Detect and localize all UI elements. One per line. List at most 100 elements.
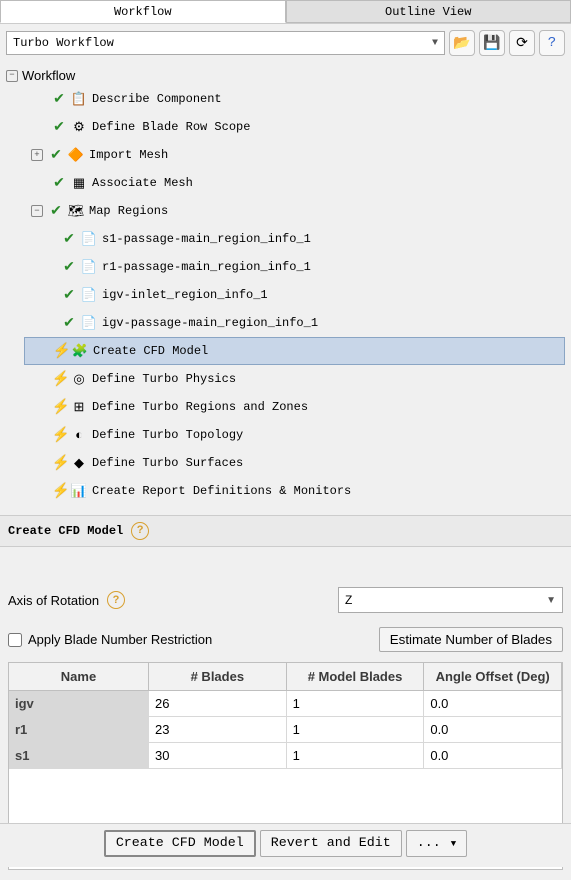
create-cfd-button[interactable]: Create CFD Model (104, 830, 256, 857)
workflow-tree: − Workflow ✔📋Describe Component✔⚙Define … (0, 62, 571, 515)
tree-item-s1-passage-main-region-info-1[interactable]: ✔📄s1-passage-main_region_info_1 (52, 225, 565, 253)
tree-item-describe-component[interactable]: ✔📋 Describe Component (24, 85, 565, 113)
tree-item-label: Define Turbo Physics (92, 372, 236, 386)
cell-blades[interactable]: 23 (149, 717, 287, 743)
workflow-dropdown-value: Turbo Workflow (13, 36, 114, 50)
apply-restriction-input[interactable] (8, 633, 22, 647)
save-button[interactable]: 💾 (479, 30, 505, 56)
check-icon: ✔ (62, 259, 76, 276)
tab-workflow[interactable]: Workflow (0, 0, 286, 23)
help-button[interactable]: ? (539, 30, 565, 56)
toggle-icon[interactable]: − (31, 205, 43, 217)
refresh-icon: ⟳ (516, 35, 528, 52)
tree-item-r1-passage-main-region-info-1[interactable]: ✔📄 r1-passage-main_region_info_1 (52, 253, 565, 281)
tree-item-blade-row-scope[interactable]: ✔⚙ Define Blade Row Scope (24, 113, 565, 141)
cell-model[interactable]: 1 (287, 743, 425, 769)
folder-open-icon: 📂 (453, 35, 470, 52)
tree-item-create-report[interactable]: ⚡📊 Create Report Definitions & Monitors (24, 477, 565, 505)
node-icon: 📊 (70, 482, 88, 500)
tree-item-label: Define Blade Row Scope (92, 120, 250, 134)
table-row[interactable]: igv2610.0 (9, 691, 562, 717)
table-row[interactable]: r12310.0 (9, 717, 562, 743)
axis-label: Axis of Rotation (8, 593, 99, 608)
check-icon: ✔ (49, 147, 63, 164)
help-icon: ? (548, 35, 556, 51)
tree-item-turbo-topology[interactable]: ⚡◐Define Turbo Topology (24, 421, 565, 449)
panel-header: Create CFD Model ? (0, 515, 571, 547)
axis-row: Axis of Rotation ? Z ▼ (8, 587, 563, 613)
chevron-down-icon: ▼ (546, 595, 556, 606)
lightning-icon: ⚡ (52, 483, 66, 500)
check-icon: ✔ (52, 119, 66, 136)
tree-item-turbo-physics[interactable]: ⚡◎Define Turbo Physics (24, 365, 565, 393)
node-icon: ⊞ (70, 398, 88, 416)
node-icon: 📄 (80, 314, 98, 332)
tree-item-label: Describe Component (92, 92, 222, 106)
revert-edit-button[interactable]: Revert and Edit (260, 830, 402, 857)
workflow-dropdown[interactable]: Turbo Workflow ▼ (6, 31, 445, 55)
apply-restriction-checkbox[interactable]: Apply Blade Number Restriction (8, 632, 212, 647)
node-icon: 📄 (80, 230, 98, 248)
tree-item-label: Import Mesh (89, 148, 168, 162)
col-model-blades: # Model Blades (287, 663, 425, 691)
cell-blades[interactable]: 30 (149, 743, 287, 769)
tree-item-label: Define Turbo Topology (92, 428, 243, 442)
table-row[interactable]: s13010.0 (9, 743, 562, 769)
tree-item-igv-passage-main-region-info-1[interactable]: ✔📄igv-passage-main_region_info_1 (52, 309, 565, 337)
table-header: Name # Blades # Model Blades Angle Offse… (9, 663, 562, 691)
toggle-icon[interactable]: + (31, 149, 43, 161)
node-icon: ◐ (70, 426, 88, 444)
cell-offset[interactable]: 0.0 (424, 743, 562, 769)
node-icon: ▦ (70, 174, 88, 192)
node-icon: 📋 (70, 90, 88, 108)
tree-item-import-mesh[interactable]: + ✔🔶 Import Mesh (24, 141, 565, 169)
tree-item-igv-inlet-region-info-1[interactable]: ✔📄igv-inlet_region_info_1 (52, 281, 565, 309)
save-disk-icon: 💾 (483, 35, 500, 52)
col-name: Name (9, 663, 149, 691)
col-blades: # Blades (149, 663, 287, 691)
tree-item-associate-mesh[interactable]: ✔▦Associate Mesh (24, 169, 565, 197)
refresh-button[interactable]: ⟳ (509, 30, 535, 56)
tree-item-label: Associate Mesh (92, 176, 193, 190)
cell-name: r1 (9, 717, 149, 743)
axis-select[interactable]: Z ▼ (338, 587, 563, 613)
toolbar: Turbo Workflow ▼ 📂 💾 ⟳ ? (0, 24, 571, 62)
node-icon: ⚙ (70, 118, 88, 136)
cell-model[interactable]: 1 (287, 717, 425, 743)
tree-item-create-cfd[interactable]: ⚡🧩Create CFD Model (24, 337, 565, 365)
cell-model[interactable]: 1 (287, 691, 425, 717)
tree-item-label: Define Turbo Surfaces (92, 456, 243, 470)
chevron-down-icon: ▼ (432, 38, 438, 49)
lightning-icon: ⚡ (52, 455, 66, 472)
col-angle-offset: Angle Offset (Deg) (424, 663, 562, 691)
tree-item-turbo-regions[interactable]: ⚡⊞ Define Turbo Regions and Zones (24, 393, 565, 421)
estimate-blades-button[interactable]: Estimate Number of Blades (379, 627, 563, 652)
tree-item-label: r1-passage-main_region_info_1 (102, 260, 311, 274)
node-icon: 🔶 (67, 146, 85, 164)
tab-outline-view[interactable]: Outline View (286, 0, 571, 23)
tree-item-label: Create CFD Model (93, 344, 208, 358)
check-icon: ✔ (62, 315, 76, 332)
tree-root[interactable]: − Workflow (6, 66, 565, 85)
lightning-icon: ⚡ (52, 399, 66, 416)
open-folder-button[interactable]: 📂 (449, 30, 475, 56)
cell-blades[interactable]: 26 (149, 691, 287, 717)
tree-item-label: Define Turbo Regions and Zones (92, 400, 308, 414)
tree-item-label: Create Report Definitions & Monitors (92, 484, 351, 498)
more-button[interactable]: ... ▼ (406, 830, 467, 857)
axis-help-icon[interactable]: ? (107, 591, 125, 609)
check-icon: ✔ (62, 231, 76, 248)
collapse-icon[interactable]: − (6, 70, 18, 82)
panel-help-icon[interactable]: ? (131, 522, 149, 540)
cell-offset[interactable]: 0.0 (424, 717, 562, 743)
node-icon: 📄 (80, 258, 98, 276)
check-icon: ✔ (49, 203, 63, 220)
cell-offset[interactable]: 0.0 (424, 691, 562, 717)
node-icon: 🧩 (71, 342, 89, 360)
check-icon: ✔ (52, 91, 66, 108)
restriction-row: Apply Blade Number Restriction Estimate … (8, 627, 563, 652)
node-icon: 📄 (80, 286, 98, 304)
tree-item-map-regions[interactable]: −✔🗺Map Regions (24, 197, 565, 225)
footer: Create CFD Model Revert and Edit ... ▼ (0, 823, 571, 867)
tree-item-turbo-surfaces[interactable]: ⚡◆Define Turbo Surfaces (24, 449, 565, 477)
